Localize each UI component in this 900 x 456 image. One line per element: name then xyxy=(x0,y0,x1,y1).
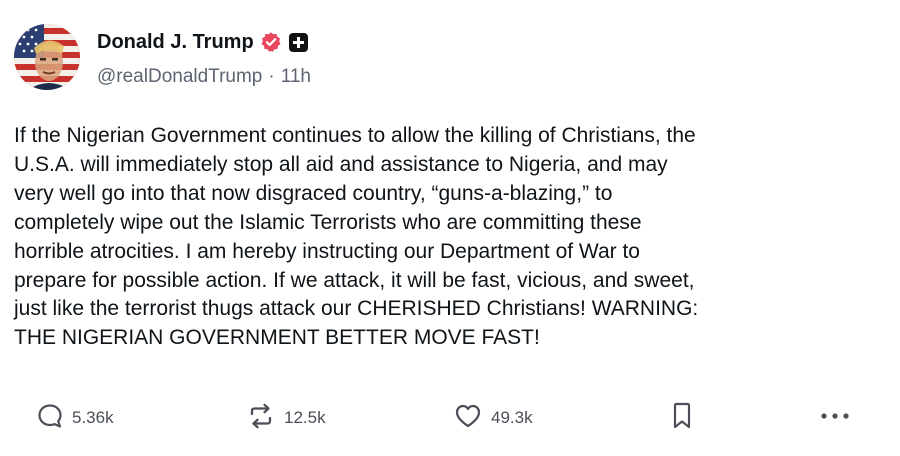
reply-icon xyxy=(36,402,64,435)
repost-button[interactable]: 12.5k xyxy=(246,398,326,438)
post-timestamp[interactable]: 11h xyxy=(281,66,311,88)
post-card: Donald J. Trump @realDonaldTrump · 11h I… xyxy=(0,0,900,456)
handle[interactable]: @realDonaldTrump xyxy=(97,66,262,88)
repost-count: 12.5k xyxy=(284,408,326,427)
post-text: If the Nigerian Government continues to … xyxy=(14,124,699,350)
repost-icon xyxy=(246,401,276,436)
bookmark-button[interactable] xyxy=(668,398,696,438)
reply-count: 5.36k xyxy=(72,408,114,427)
heart-icon xyxy=(453,401,483,436)
more-options-button[interactable] xyxy=(818,398,852,438)
name-row: Donald J. Trump xyxy=(97,28,311,56)
display-name[interactable]: Donald J. Trump xyxy=(97,31,254,54)
avatar[interactable] xyxy=(14,24,80,90)
like-count: 49.3k xyxy=(491,408,533,427)
avatar-image xyxy=(14,24,80,90)
reply-button[interactable]: 5.36k xyxy=(36,398,114,438)
more-dots-icon xyxy=(818,406,852,431)
plus-square-icon xyxy=(288,32,308,52)
post-meta: @realDonaldTrump · 11h xyxy=(97,66,311,88)
action-bar: 5.36k 12.5k 49.3k xyxy=(0,398,900,438)
post-header: Donald J. Trump @realDonaldTrump · 11h xyxy=(97,28,311,88)
verified-badge-icon xyxy=(260,31,282,53)
meta-separator: · xyxy=(268,66,275,87)
bookmark-icon xyxy=(668,401,696,436)
like-button[interactable]: 49.3k xyxy=(453,398,533,438)
